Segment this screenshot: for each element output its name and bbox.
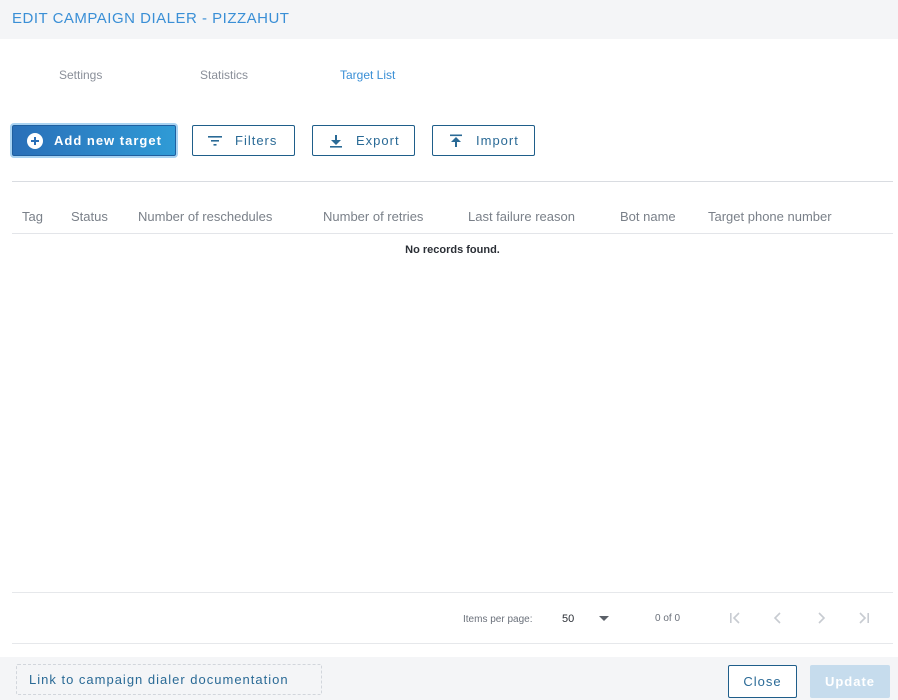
close-button[interactable]: Close (728, 665, 797, 698)
tab-target-list[interactable]: Target List (340, 68, 395, 82)
export-label: Export (356, 133, 400, 148)
items-per-page-label: Items per page: (463, 614, 533, 625)
prev-page-icon[interactable] (769, 611, 787, 629)
column-header-status[interactable]: Status (71, 209, 108, 224)
next-page-icon[interactable] (812, 611, 830, 629)
column-header-bot-name[interactable]: Bot name (620, 209, 676, 224)
column-header-last-failure-reason[interactable]: Last failure reason (468, 209, 575, 224)
documentation-link[interactable]: Link to campaign dialer documentation (16, 664, 322, 695)
tab-bar: Settings Statistics Target List (0, 62, 898, 88)
page-title: EDIT CAMPAIGN DIALER - PIZZAHUT (12, 10, 290, 27)
column-header-target-phone[interactable]: Target phone number (708, 209, 832, 224)
update-button[interactable]: Update (810, 665, 890, 698)
import-button[interactable]: Import (432, 125, 535, 156)
last-page-icon[interactable] (855, 611, 873, 629)
filters-label: Filters (235, 133, 278, 148)
dialog-footer: Link to campaign dialer documentation Cl… (0, 657, 898, 700)
pagination-range: 0 of 0 (655, 613, 681, 624)
export-button[interactable]: Export (312, 125, 415, 156)
toolbar-divider (12, 181, 893, 182)
items-per-page-value: 50 (562, 613, 575, 625)
plus-circle-icon (27, 132, 43, 149)
upload-icon (448, 133, 464, 149)
tab-settings[interactable]: Settings (59, 68, 102, 82)
download-icon (328, 133, 344, 149)
pagination-divider (12, 592, 893, 593)
column-header-tag[interactable]: Tag (22, 209, 43, 224)
column-header-retries[interactable]: Number of retries (323, 209, 423, 224)
tab-statistics[interactable]: Statistics (200, 68, 248, 82)
footer-divider (12, 643, 893, 644)
add-new-target-button[interactable]: Add new target (12, 125, 176, 156)
import-label: Import (476, 133, 519, 148)
add-new-target-label: Add new target (54, 133, 162, 148)
filters-button[interactable]: Filters (192, 125, 295, 156)
table-header: Tag Status Number of reschedules Number … (12, 200, 893, 234)
dialog-header: EDIT CAMPAIGN DIALER - PIZZAHUT (0, 0, 898, 39)
chevron-down-icon[interactable] (599, 616, 609, 621)
filter-icon (207, 133, 223, 149)
empty-message: No records found. (405, 244, 500, 256)
column-header-reschedules[interactable]: Number of reschedules (138, 209, 272, 224)
first-page-icon[interactable] (726, 611, 744, 629)
